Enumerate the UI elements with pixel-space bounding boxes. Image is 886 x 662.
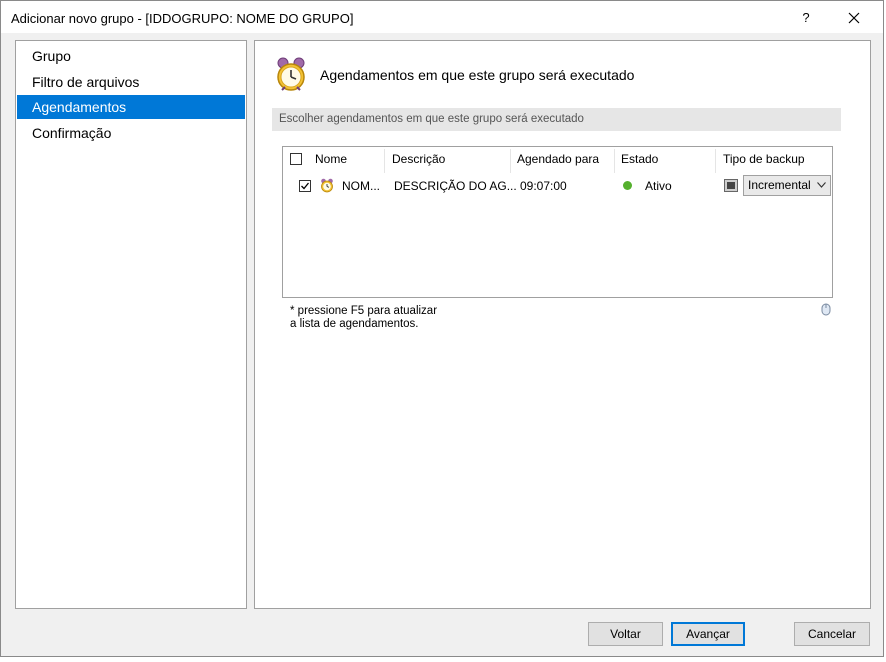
backup-icon	[724, 179, 738, 192]
refresh-hint-line-2: a lista de agendamentos.	[290, 318, 419, 330]
status-indicator	[623, 181, 632, 190]
schedule-time: 09:07:00	[520, 179, 567, 193]
alarm-clock-icon	[277, 57, 305, 91]
select-all-checkbox[interactable]	[290, 153, 302, 165]
schedule-status: Ativo	[645, 179, 672, 193]
row-checkbox[interactable]	[299, 180, 311, 192]
schedule-description: DESCRIÇÃO DO AG...	[394, 179, 517, 193]
backup-type-select[interactable]: Incremental	[743, 175, 831, 196]
section-header: Escolher agendamentos em que este grupo …	[272, 108, 841, 131]
help-button[interactable]: ?	[791, 7, 821, 29]
main-panel: Agendamentos em que este grupo será exec…	[254, 40, 871, 609]
chevron-down-icon	[817, 182, 826, 188]
column-header-nome[interactable]: Nome	[315, 147, 347, 171]
column-divider	[614, 149, 615, 173]
back-button[interactable]: Voltar	[588, 622, 663, 646]
backup-type-value: Incremental	[748, 178, 811, 192]
column-header-agendado-para[interactable]: Agendado para	[517, 147, 599, 171]
sidebar-item-agendamentos[interactable]: Agendamentos	[17, 95, 245, 119]
dialog-window: Adicionar novo grupo - [IDDOGRUPO: NOME …	[0, 0, 884, 657]
close-button[interactable]	[837, 7, 871, 29]
alarm-clock-icon	[321, 178, 333, 193]
schedules-table: Nome Descrição Agendado para Estado Tipo…	[282, 146, 833, 298]
checkmark-icon	[301, 182, 310, 190]
column-header-estado[interactable]: Estado	[621, 147, 658, 171]
refresh-hint-line-1: * pressione F5 para atualizar	[290, 305, 438, 317]
column-divider	[384, 149, 385, 173]
page-title: Agendamentos em que este grupo será exec…	[320, 67, 635, 83]
sidebar-nav: Grupo Filtro de arquivos Agendamentos Co…	[15, 40, 247, 609]
window-title: Adicionar novo grupo - [IDDOGRUPO: NOME …	[11, 11, 354, 26]
title-bar: Adicionar novo grupo - [IDDOGRUPO: NOME …	[1, 1, 883, 33]
schedule-name: NOM...	[342, 179, 380, 193]
sidebar-item-filtro-de-arquivos[interactable]: Filtro de arquivos	[17, 70, 245, 94]
cancel-button[interactable]: Cancelar	[794, 622, 870, 646]
mouse-icon	[821, 303, 831, 316]
column-header-descricao[interactable]: Descrição	[392, 147, 445, 171]
refresh-hint: * pressione F5 para atualizar a lista de…	[290, 305, 437, 331]
column-header-tipo-de-backup[interactable]: Tipo de backup	[723, 147, 805, 171]
close-icon	[848, 12, 860, 24]
sidebar-item-grupo[interactable]: Grupo	[17, 44, 245, 68]
column-divider	[510, 149, 511, 173]
column-divider	[715, 149, 716, 173]
sidebar-item-confirmacao[interactable]: Confirmação	[17, 121, 245, 145]
next-button[interactable]: Avançar	[671, 622, 745, 646]
